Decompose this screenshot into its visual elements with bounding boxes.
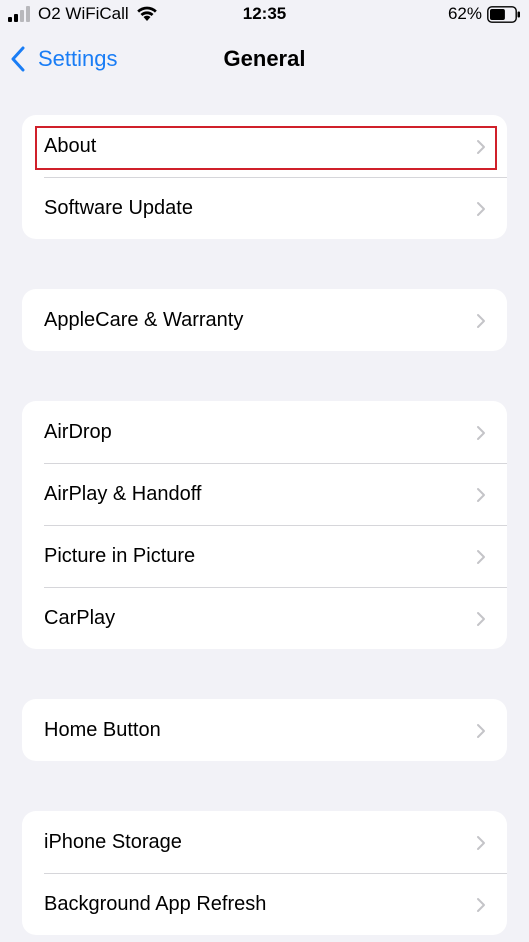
settings-group-about: About Software Update [22,115,507,239]
row-software-update[interactable]: Software Update [22,177,507,239]
chevron-right-icon [477,550,485,564]
navigation-bar: Settings General [0,36,529,82]
chevron-right-icon [477,314,485,328]
chevron-right-icon [477,426,485,440]
settings-group-storage: iPhone Storage Background App Refresh [22,811,507,935]
page-title: General [223,46,306,71]
battery-percentage: 62% [447,4,482,23]
settings-group-applecare: AppleCare & Warranty [22,289,507,351]
chevron-right-icon [477,612,485,626]
row-about[interactable]: About [22,115,507,177]
row-background-app-refresh[interactable]: Background App Refresh [22,873,507,935]
chevron-right-icon [477,836,485,850]
chevron-right-icon [477,724,485,738]
row-airdrop[interactable]: AirDrop [22,401,507,463]
row-label: About [44,135,97,157]
row-home-button[interactable]: Home Button [22,699,507,761]
status-bar: O2 WiFiCall 12:35 62% [0,0,529,30]
chevron-right-icon [477,488,485,502]
row-label: iPhone Storage [44,831,182,853]
row-label: Software Update [44,197,193,219]
settings-group-home-button: Home Button [22,699,507,761]
row-label: Picture in Picture [44,545,196,567]
chevron-right-icon [477,898,485,912]
row-label: AirDrop [44,421,112,443]
row-label: Background App Refresh [44,893,267,915]
row-label: CarPlay [44,607,116,629]
row-airplay-handoff[interactable]: AirPlay & Handoff [22,463,507,525]
settings-group-connectivity: AirDrop AirPlay & Handoff Picture in Pic… [22,401,507,649]
chevron-right-icon [477,140,485,154]
chevron-right-icon [477,202,485,216]
battery-icon [487,6,520,23]
row-carplay[interactable]: CarPlay [22,587,507,649]
row-label: AirPlay & Handoff [44,483,202,505]
highlight-box [35,126,497,170]
row-picture-in-picture[interactable]: Picture in Picture [22,525,507,587]
row-applecare-warranty[interactable]: AppleCare & Warranty [22,289,507,351]
row-iphone-storage[interactable]: iPhone Storage [22,811,507,873]
row-label: Home Button [44,719,161,741]
row-label: AppleCare & Warranty [44,309,244,331]
